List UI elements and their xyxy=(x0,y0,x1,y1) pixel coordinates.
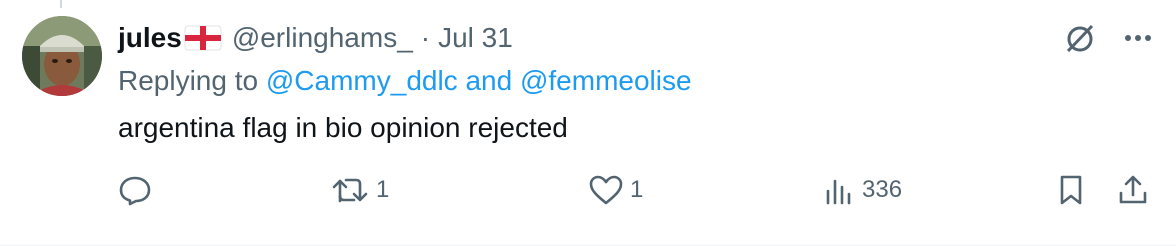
mention-link[interactable]: @Cammy_ddlc xyxy=(266,65,458,97)
avatar[interactable] xyxy=(22,16,102,96)
england-flag-icon xyxy=(184,25,222,51)
views-button[interactable]: 336 xyxy=(822,168,902,212)
user-handle[interactable]: @erlinghams_ xyxy=(232,22,413,54)
grok-icon[interactable] xyxy=(1060,18,1100,58)
more-icon[interactable] xyxy=(1120,18,1156,58)
display-name[interactable]: jules xyxy=(118,22,182,54)
replying-prefix: Replying to xyxy=(118,65,259,96)
views-count: 336 xyxy=(862,176,903,203)
separator-dot: · xyxy=(420,22,431,53)
reply-icon xyxy=(118,173,152,207)
share-icon xyxy=(1116,173,1150,207)
bookmark-icon xyxy=(1054,173,1088,207)
mention-link[interactable]: @femmeolise xyxy=(520,65,692,97)
reply-button[interactable] xyxy=(118,168,152,212)
retweet-icon xyxy=(330,173,370,207)
mention-joiner: and xyxy=(465,65,513,96)
tweet-card[interactable]: jules @erlinghams_ · Jul 31 Replying to … xyxy=(0,0,1176,246)
tweet-date[interactable]: Jul 31 xyxy=(438,22,513,54)
thread-line xyxy=(60,0,62,8)
retweet-button[interactable]: 1 xyxy=(330,168,389,212)
tweet-header: jules @erlinghams_ · Jul 31 xyxy=(118,18,513,58)
tweet-text: argentina flag in bio opinion rejected xyxy=(118,112,568,143)
replying-to: Replying to @Cammy_ddlc and @femmeolise xyxy=(118,62,692,100)
heart-icon xyxy=(588,173,624,207)
share-button[interactable] xyxy=(1116,168,1150,212)
tweet-top-actions xyxy=(1060,18,1156,58)
like-count: 1 xyxy=(630,176,644,203)
views-icon xyxy=(822,173,856,207)
action-bar: 1 1 336 xyxy=(118,168,1158,212)
retweet-count: 1 xyxy=(376,176,390,203)
like-button[interactable]: 1 xyxy=(588,168,643,212)
bookmark-button[interactable] xyxy=(1054,168,1088,212)
